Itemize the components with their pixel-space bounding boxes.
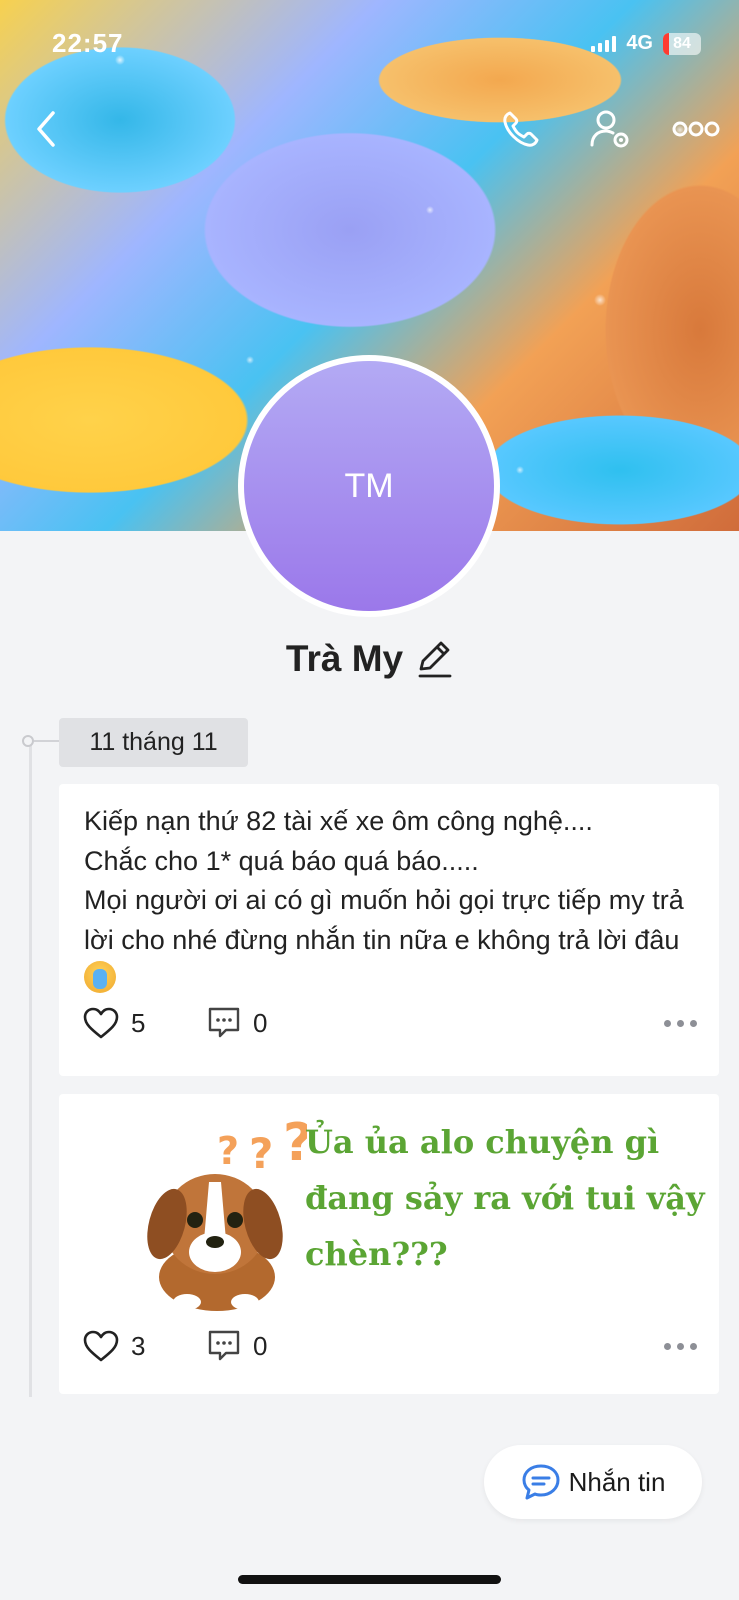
home-indicator[interactable] <box>238 1575 501 1584</box>
comment-button[interactable]: 0 <box>207 1006 267 1040</box>
svg-text:?: ? <box>217 1129 239 1173</box>
profile-name-row: Trà My <box>0 638 739 680</box>
post-card[interactable]: ? ? ? Ủa ủa alo chuyện gì đang sảy ra vớ… <box>59 1094 719 1394</box>
more-horizontal-icon <box>672 121 720 137</box>
post-text: Kiếp nạn thứ 82 tài xế xe ôm công nghệ..… <box>84 802 704 1000</box>
post-text-content: Kiếp nạn thứ 82 tài xế xe ôm công nghệ..… <box>84 806 684 955</box>
post-actions: 3 0 <box>83 1326 697 1366</box>
comment-button[interactable]: 0 <box>207 1329 267 1363</box>
chevron-left-icon <box>37 111 55 147</box>
network-label: 4G <box>626 32 653 54</box>
profile-settings-button[interactable] <box>586 105 634 153</box>
svg-text:?: ? <box>283 1113 307 1173</box>
call-button[interactable] <box>497 105 545 153</box>
battery-icon: 84 <box>663 32 701 55</box>
sticker-caption: Ủa ủa alo chuyện gì đang sảy ra với tui … <box>305 1123 705 1273</box>
post-card[interactable]: Kiếp nạn thứ 82 tài xế xe ôm công nghệ..… <box>59 784 719 1076</box>
crying-emoji-icon <box>84 961 116 993</box>
date-label: 11 tháng 11 <box>89 728 218 756</box>
phone-icon <box>503 111 539 147</box>
post-more-button[interactable] <box>664 1342 697 1350</box>
like-button[interactable]: 5 <box>83 1007 207 1039</box>
pencil-icon[interactable] <box>417 639 453 679</box>
timeline-dot <box>22 735 34 747</box>
post-actions: 5 0 <box>83 1003 697 1043</box>
comment-count: 0 <box>253 1330 268 1361</box>
like-button[interactable]: 3 <box>83 1330 207 1362</box>
more-options-button[interactable] <box>672 105 720 153</box>
status-icons: 4G 84 <box>591 32 701 55</box>
timeline-line <box>29 742 32 1397</box>
puppy-sticker-icon: ? ? ? <box>147 1113 307 1311</box>
like-count: 5 <box>131 1007 146 1038</box>
heart-icon <box>83 1330 119 1362</box>
date-chip: 11 tháng 11 <box>59 718 248 767</box>
svg-text:?: ? <box>249 1129 273 1178</box>
status-time: 22:57 <box>52 28 124 58</box>
profile-name: Trà My <box>285 638 404 679</box>
comment-count: 0 <box>253 1007 268 1038</box>
comment-icon <box>208 1007 240 1038</box>
user-settings-icon <box>590 110 629 148</box>
message-button[interactable]: Nhắn tin <box>484 1445 702 1519</box>
chat-bubble-icon <box>522 1464 560 1500</box>
back-button[interactable] <box>22 105 70 153</box>
comment-icon <box>208 1330 240 1361</box>
heart-icon <box>83 1007 119 1039</box>
battery-level: 84 <box>673 34 691 52</box>
avatar-initials: TM <box>344 466 394 505</box>
avatar[interactable]: TM <box>238 355 500 617</box>
status-bar: 22:57 4G 84 <box>52 28 701 60</box>
message-button-label: Nhắn tin <box>568 1466 666 1497</box>
like-count: 3 <box>131 1330 146 1361</box>
post-more-button[interactable] <box>664 1019 697 1027</box>
timeline-connector <box>34 740 60 742</box>
signal-icon <box>591 35 617 52</box>
